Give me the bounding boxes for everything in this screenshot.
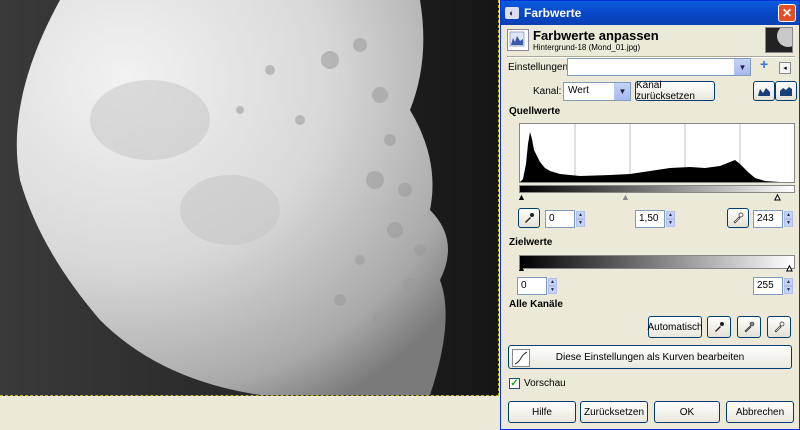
image-thumbnail: [765, 27, 793, 53]
histogram-graphic: [520, 124, 780, 182]
edit-as-curves-label: Diese Einstellungen als Kurven bearbeite…: [555, 351, 745, 363]
source-heading: Quellwerte: [509, 106, 561, 117]
channel-select[interactable]: Wert ▼: [563, 82, 631, 101]
log-histogram-icon[interactable]: [775, 81, 797, 101]
target-heading: Zielwerte: [509, 237, 553, 248]
eyedropper-white-icon[interactable]: [767, 316, 791, 338]
image-canvas-area: [0, 0, 500, 430]
preview-label: Vorschau: [524, 378, 566, 389]
input-black-value: 0: [549, 213, 555, 224]
spinner-arrows[interactable]: ▲ ▼: [784, 278, 793, 294]
output-gradient-bar: [519, 255, 795, 269]
all-channels-heading: Alle Kanäle: [509, 299, 563, 310]
window-icon: ◐: [505, 7, 519, 19]
histogram: [519, 123, 795, 183]
reset-button[interactable]: Zurücksetzen: [580, 401, 648, 423]
input-gamma-value: 1,50: [639, 213, 659, 224]
menu-icon[interactable]: ◂: [779, 62, 791, 74]
output-white-field[interactable]: 255 ▲ ▼: [753, 277, 793, 295]
output-black-handle[interactable]: ▲: [517, 264, 526, 273]
levels-dialog: ◐ Farbwerte ✕ Farbwerte anpassen Hinterg…: [500, 0, 800, 430]
white-point-handle[interactable]: ▲: [773, 192, 783, 202]
add-preset-icon[interactable]: +: [760, 56, 768, 72]
input-white-field[interactable]: 243 ▲ ▼: [753, 210, 793, 228]
eyedropper-black-icon[interactable]: [518, 208, 540, 228]
black-point-handle[interactable]: ▲: [517, 193, 526, 202]
preview-checkbox[interactable]: ✓: [509, 378, 520, 389]
spinner-arrows[interactable]: ▲ ▼: [576, 211, 585, 227]
output-white-handle[interactable]: ▲: [785, 263, 795, 273]
input-gradient-bar: [519, 185, 795, 193]
dropdown-arrow-icon: ▼: [734, 59, 750, 75]
settings-label: Einstellungen:: [508, 62, 571, 73]
reset-channel-button[interactable]: Kanal zurücksetzen: [635, 80, 715, 102]
check-icon: ✓: [510, 378, 519, 389]
output-black-value: 0: [521, 280, 527, 291]
levels-icon: [507, 29, 529, 51]
input-gamma-field[interactable]: 1,50 ▲ ▼: [635, 210, 675, 228]
auto-button[interactable]: Automatisch: [647, 316, 703, 338]
eyedropper-gray-icon[interactable]: [737, 316, 761, 338]
cancel-button[interactable]: Abbrechen: [726, 401, 794, 423]
dialog-subheading: Hintergrund-18 (Mond_01.jpg): [533, 43, 641, 52]
eyedropper-white-icon[interactable]: [727, 208, 749, 228]
spinner-arrows[interactable]: ▲ ▼: [666, 211, 675, 227]
settings-combo[interactable]: ▼: [567, 58, 751, 76]
edit-as-curves-button[interactable]: Diese Einstellungen als Kurven bearbeite…: [508, 345, 792, 369]
dialog-header: Farbwerte anpassen Hintergrund-18 (Mond_…: [507, 27, 795, 53]
ok-button[interactable]: OK: [654, 401, 720, 423]
dropdown-arrow-icon: ▼: [614, 83, 630, 100]
spinner-arrows[interactable]: ▲ ▼: [784, 211, 793, 227]
spinner-arrows[interactable]: ▲ ▼: [548, 278, 557, 294]
close-icon[interactable]: ✕: [778, 4, 796, 22]
curves-icon: [512, 349, 530, 367]
moon-image[interactable]: [0, 0, 499, 396]
input-black-field[interactable]: 0 ▲ ▼: [545, 210, 585, 228]
output-black-field[interactable]: 0 ▲ ▼: [517, 277, 557, 295]
moon-image-graphic: [0, 0, 498, 395]
channel-label: Kanal:: [533, 86, 562, 97]
channel-value: Wert: [568, 85, 589, 96]
help-button[interactable]: Hilfe: [508, 401, 576, 423]
linear-histogram-icon[interactable]: [753, 81, 775, 101]
gamma-handle[interactable]: ▲: [621, 193, 630, 202]
output-white-value: 255: [757, 280, 774, 291]
title-bar[interactable]: ◐ Farbwerte ✕: [501, 1, 799, 25]
dialog-heading: Farbwerte anpassen: [533, 28, 659, 43]
window-title: Farbwerte: [524, 6, 582, 20]
eyedropper-black-icon[interactable]: [707, 316, 731, 338]
input-white-value: 243: [757, 213, 774, 224]
